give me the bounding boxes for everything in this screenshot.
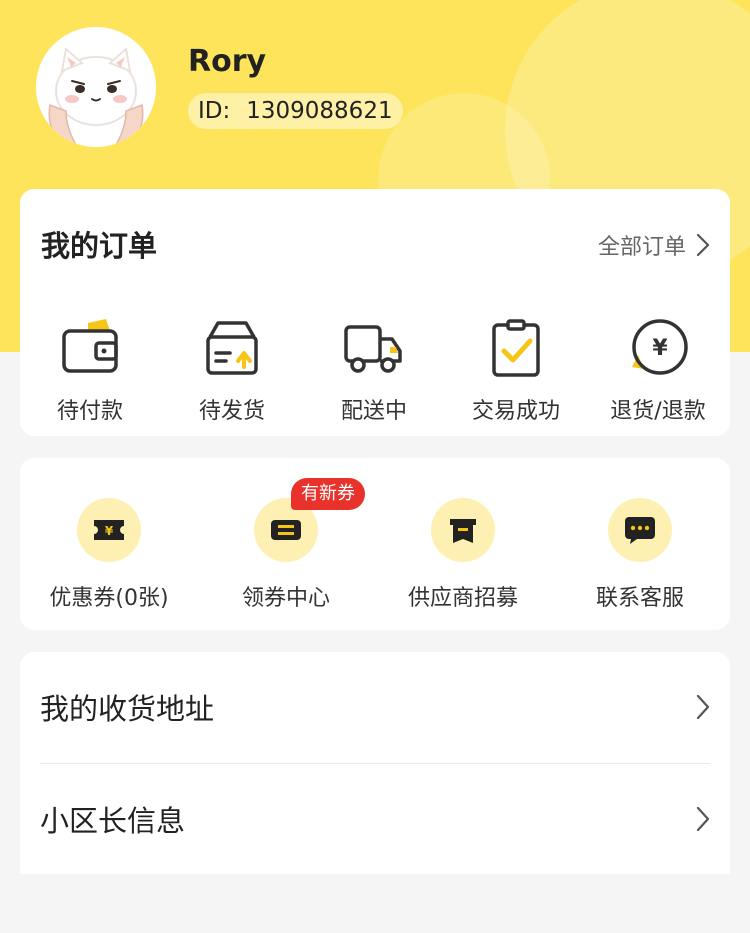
chevron-right-icon xyxy=(696,233,710,257)
svg-text:¥: ¥ xyxy=(105,524,114,538)
chat-icon xyxy=(625,517,655,544)
svg-text:¥: ¥ xyxy=(652,336,668,361)
supplier-recruit-label: 供应商招募 xyxy=(407,586,518,611)
clipboard-check-icon xyxy=(492,319,540,377)
chevron-right-icon xyxy=(696,694,710,720)
order-pending-payment[interactable]: 待付款 xyxy=(20,317,160,425)
ticket-icon xyxy=(271,520,301,540)
order-completed[interactable]: 交易成功 xyxy=(446,317,586,425)
user-id-value: 1309088621 xyxy=(246,98,393,124)
wallet-icon xyxy=(62,319,118,373)
order-item-label: 待付款 xyxy=(56,399,123,424)
username: Rory xyxy=(188,44,267,79)
order-item-label: 配送中 xyxy=(340,399,407,424)
store-icon xyxy=(450,519,476,543)
order-in-delivery[interactable]: 配送中 xyxy=(304,317,444,425)
truck-icon xyxy=(344,325,402,373)
community-leader-label: 小区长信息 xyxy=(40,804,186,838)
order-refund[interactable]: ¥ 退货/退款 xyxy=(588,317,728,425)
coupon-label: 优惠券(0张) xyxy=(49,586,169,611)
coupon-entry[interactable]: ¥ 优惠券(0张) xyxy=(24,498,194,612)
services-card: ¥ 优惠券(0张) 领券中心 供应商招募 联系客服 xyxy=(20,458,730,630)
package-icon xyxy=(206,321,258,375)
order-item-label: 退货/退款 xyxy=(610,399,706,424)
address-link-label: 我的收货地址 xyxy=(40,692,215,726)
yen-coin-icon: ¥ xyxy=(632,319,688,375)
customer-service-entry[interactable]: 联系客服 xyxy=(555,498,725,612)
all-orders-link[interactable]: 全部订单 xyxy=(598,229,710,261)
all-orders-label: 全部订单 xyxy=(597,235,686,260)
user-id-label: ID: xyxy=(198,98,231,124)
coupon-center-label: 领券中心 xyxy=(241,586,330,611)
cat-avatar-icon xyxy=(36,27,156,147)
supplier-bubble xyxy=(431,498,495,562)
customer-service-bubble xyxy=(608,498,672,562)
supplier-recruit-entry[interactable]: 供应商招募 xyxy=(378,498,548,612)
chevron-right-icon xyxy=(696,806,710,832)
orders-card: 我的订单 全部订单 待付款 待发货 配送中 交易成功 ¥ 退货/退款 xyxy=(20,189,730,436)
order-pending-shipment[interactable]: 待发货 xyxy=(162,317,302,425)
order-item-label: 待发货 xyxy=(198,399,265,424)
coupon-icon: ¥ xyxy=(94,520,124,540)
orders-title: 我的订单 xyxy=(41,229,158,263)
links-card: 我的收货地址 小区长信息 xyxy=(20,652,730,874)
customer-service-label: 联系客服 xyxy=(595,586,684,611)
user-id-badge: ID: 1309088621 xyxy=(188,93,403,129)
address-link[interactable]: 我的收货地址 xyxy=(40,652,710,762)
avatar[interactable] xyxy=(36,27,156,147)
community-leader-link[interactable]: 小区长信息 xyxy=(40,764,710,874)
new-coupon-badge: 有新券 xyxy=(291,478,365,510)
coupon-center-entry[interactable]: 领券中心 xyxy=(201,498,371,612)
order-item-label: 交易成功 xyxy=(471,399,560,424)
coupon-bubble: ¥ xyxy=(77,498,141,562)
